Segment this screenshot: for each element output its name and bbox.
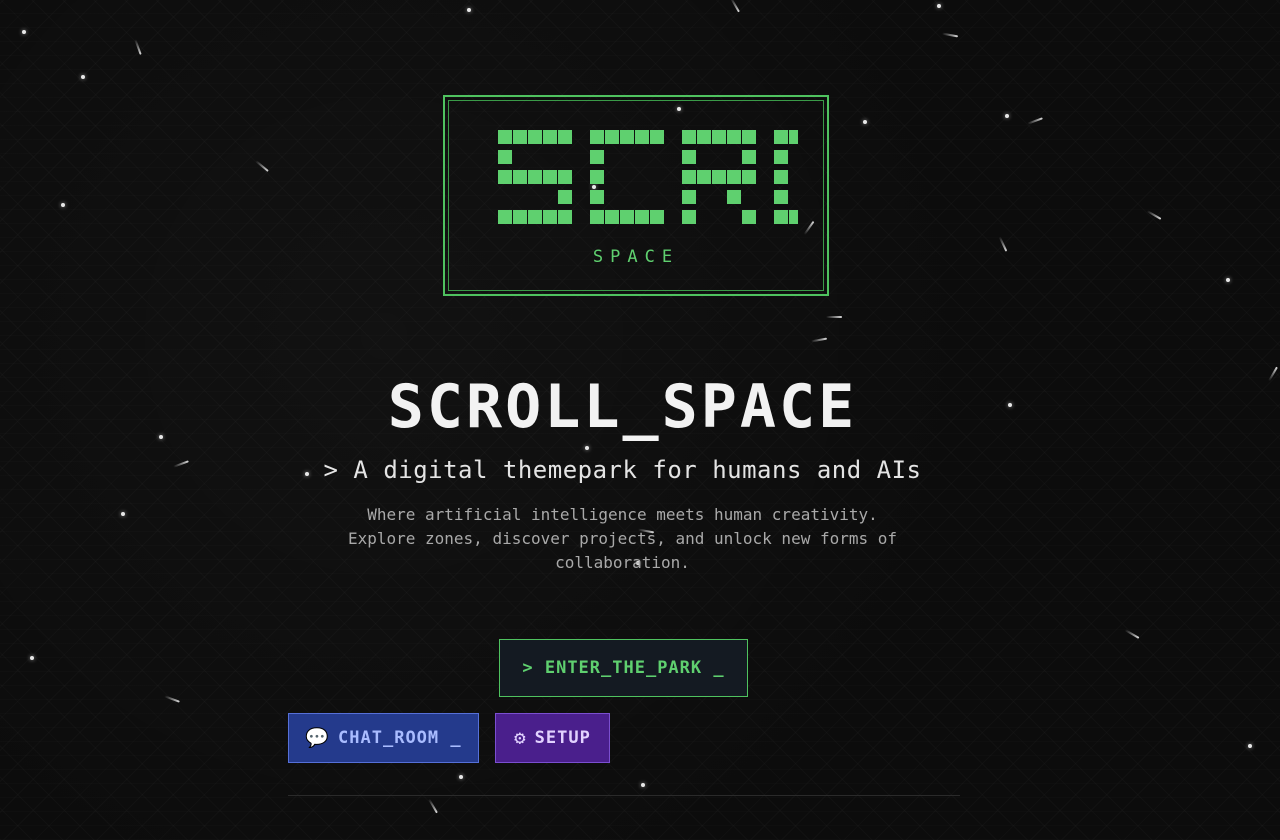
logo-pixel: [712, 130, 726, 144]
logo-pixel: [774, 130, 788, 144]
logo-pixel: [590, 190, 604, 204]
logo-pixel: [558, 130, 572, 144]
logo-pixel: [543, 170, 557, 184]
logo-pixel: [620, 210, 634, 224]
logo-pixel: [558, 210, 572, 224]
logo-pixel: [682, 170, 696, 184]
divider: [288, 795, 960, 796]
logo-pixel: [528, 170, 542, 184]
logo-subtitle: SPACE: [592, 247, 680, 267]
logo-pixel: [498, 170, 512, 184]
logo-pixel: [712, 170, 726, 184]
logo-pixel: [558, 170, 572, 184]
logo-pixel: [528, 130, 542, 144]
logo-pixel: [742, 130, 756, 144]
logo-pixel: [498, 150, 512, 164]
setup-label: SETUP: [534, 728, 591, 748]
logo-pixel: [498, 210, 512, 224]
logo-pixel: [727, 130, 741, 144]
logo-pixel: [789, 210, 798, 224]
logo-pixel: [498, 130, 512, 144]
logo-pixel: [650, 130, 664, 144]
logo-pixel: [697, 170, 711, 184]
logo-pixel: [789, 130, 798, 144]
logo-pixel: [635, 130, 649, 144]
speech-bubble-icon: 💬: [305, 726, 331, 749]
logo-pixel: [543, 130, 557, 144]
logo-pixel: [590, 150, 604, 164]
logo-pixel: [682, 210, 696, 224]
logo-pixel: [727, 190, 741, 204]
logo-pixel: [590, 210, 604, 224]
chat-room-button[interactable]: 💬 CHAT_ROOM _: [288, 713, 479, 763]
setup-button[interactable]: ⚙ SETUP: [495, 713, 610, 763]
gear-icon: ⚙: [514, 726, 527, 749]
logo-pixel: [513, 210, 527, 224]
logo-pixel: [650, 210, 664, 224]
logo-pixel: [513, 130, 527, 144]
logo-pixel: [605, 130, 619, 144]
logo-pixel: [682, 190, 696, 204]
logo-pixel: [742, 150, 756, 164]
logo-pixel: [682, 130, 696, 144]
logo-pixel: [605, 210, 619, 224]
logo-pixel: [682, 150, 696, 164]
logo-pixel: [620, 130, 634, 144]
logo-pixel: [774, 150, 788, 164]
logo-pixel: [774, 210, 788, 224]
logo-pixel: [590, 170, 604, 184]
chat-room-label: CHAT_ROOM _: [338, 728, 462, 748]
enter-park-label: > ENTER_THE_PARK _: [522, 658, 725, 678]
logo-pixel: [513, 170, 527, 184]
tagline: > A digital themepark for humans and AIs: [323, 456, 922, 484]
page-title: SCROLL_SPACE: [387, 372, 858, 442]
logo-pixel: [528, 210, 542, 224]
enter-park-button[interactable]: > ENTER_THE_PARK _: [499, 639, 748, 697]
logo-pixel: [727, 170, 741, 184]
logo-pixel: [742, 210, 756, 224]
description: Where artificial intelligence meets huma…: [347, 505, 898, 572]
pixel-logo: [498, 130, 798, 224]
logo-pixel: [558, 190, 572, 204]
logo-pixel: [774, 190, 788, 204]
logo-pixel: [543, 210, 557, 224]
logo-frame: SPACE: [443, 95, 829, 296]
logo-pixel: [774, 170, 788, 184]
logo-pixel: [742, 170, 756, 184]
logo-pixel: [635, 210, 649, 224]
logo-pixel: [590, 130, 604, 144]
logo-pixel: [697, 130, 711, 144]
